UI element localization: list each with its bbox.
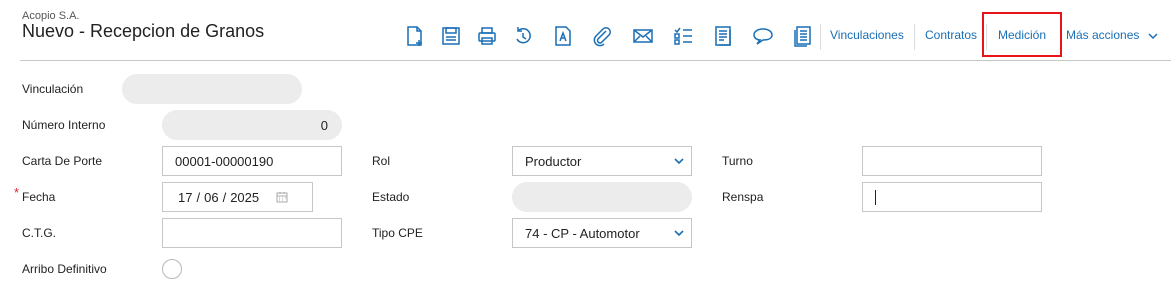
mas-acciones-button[interactable]: Más acciones [1066,28,1159,42]
arribo-definitivo-label: Arribo Definitivo [22,262,107,276]
turno-input[interactable] [862,146,1042,176]
required-mark: * [14,185,20,200]
save-icon[interactable] [439,24,463,48]
fecha-day[interactable]: 17 [178,190,192,205]
undo-icon[interactable] [511,24,535,48]
calendar-icon[interactable] [276,191,288,203]
toolbar-separator [914,24,915,50]
text-icon[interactable] [551,24,575,48]
carta-de-porte-input[interactable]: 00001-00000190 [162,146,342,176]
notes-icon[interactable] [791,24,815,48]
chevron-down-icon [673,227,685,239]
rol-value: Productor [525,153,582,169]
ctg-input[interactable] [162,218,342,248]
renspa-label: Renspa [722,190,764,204]
date-separator: / [222,189,227,205]
fecha-year[interactable]: 2025 [230,190,259,205]
tipo-cpe-value: 74 - CP - Automotor [525,225,640,241]
toolbar-separator [820,24,821,50]
carta-de-porte-label: Carta De Porte [22,154,103,168]
tipo-cpe-label: Tipo CPE [372,226,423,240]
checklist-icon[interactable] [671,24,695,48]
comment-icon[interactable] [751,24,775,48]
mas-acciones-label: Más acciones [1066,28,1140,42]
print-icon[interactable] [475,24,499,48]
date-separator: / [196,189,201,205]
estado-label: Estado [372,190,410,204]
report-icon[interactable] [711,24,735,48]
page-title: Nuevo - Recepcion de Granos [22,21,265,41]
new-document-icon[interactable] [403,24,427,48]
fecha-label: Fecha [22,190,56,204]
turno-label: Turno [722,154,753,168]
ctg-label: C.T.G. [22,226,57,240]
estado-field [512,182,692,212]
attachment-icon[interactable] [590,24,614,48]
numero-interno-label: Número Interno [22,118,106,132]
text-cursor [875,190,876,205]
fecha-month[interactable]: 06 [204,190,218,205]
rol-select[interactable]: Productor [512,146,692,176]
chevron-down-icon [673,155,685,167]
vinculaciones-button[interactable]: Vinculaciones [830,28,904,42]
medicion-highlight [982,12,1062,57]
renspa-input[interactable] [862,182,1042,212]
rol-label: Rol [372,154,391,168]
contratos-button[interactable]: Contratos [925,28,977,42]
numero-interno-field: 0 [162,110,342,140]
vinculacion-field [122,74,302,104]
header-divider [20,60,1171,61]
tipo-cpe-select[interactable]: 74 - CP - Automotor [512,218,692,248]
chevron-down-icon [1148,33,1158,39]
vinculacion-label: Vinculación [22,82,84,96]
arribo-definitivo-checkbox[interactable] [162,259,182,279]
mail-icon[interactable] [631,24,655,48]
fecha-input[interactable]: 17 / 06 / 2025 [162,182,313,212]
